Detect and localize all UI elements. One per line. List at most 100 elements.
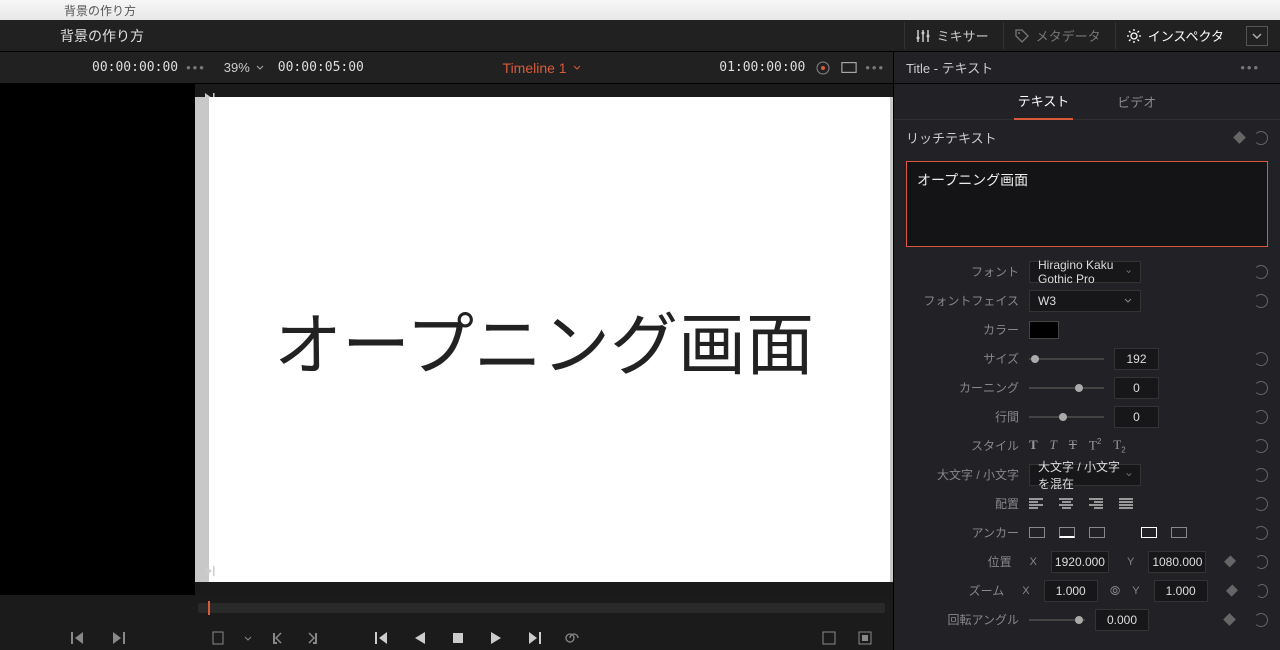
reset-icon[interactable] [1254, 526, 1268, 540]
scrub-bar[interactable] [198, 603, 885, 613]
align-justify-icon[interactable] [1119, 498, 1133, 509]
source-viewer [0, 84, 195, 650]
timecode-in[interactable]: 00:00:00:00 [92, 60, 178, 75]
strikethrough-icon[interactable]: T [1069, 437, 1077, 455]
inspector-icon [1126, 28, 1142, 44]
reset-icon[interactable] [1254, 294, 1268, 308]
mixer-button[interactable]: ミキサー [904, 22, 999, 49]
anchor-ml-icon[interactable] [1141, 527, 1157, 538]
bold-icon[interactable]: T [1029, 437, 1038, 455]
leading-slider[interactable] [1029, 416, 1104, 418]
inspector-title: Title - テキスト [906, 58, 993, 77]
anchor-tr-icon[interactable] [1089, 527, 1105, 538]
anchor-tc-icon[interactable] [1059, 527, 1075, 538]
zoom-control[interactable]: 39% [214, 60, 274, 75]
prev-clip-icon[interactable] [70, 630, 86, 646]
timeline-selector[interactable]: Timeline 1 [503, 60, 581, 76]
tab-video[interactable]: ビデオ [1113, 84, 1160, 119]
rotation-slider[interactable] [1029, 619, 1085, 621]
marker-icon[interactable] [210, 630, 226, 646]
step-forward-icon[interactable] [203, 565, 215, 577]
align-right-icon[interactable] [1089, 498, 1103, 509]
play-reverse-icon[interactable] [412, 630, 428, 646]
text-input[interactable] [906, 161, 1268, 247]
leading-value[interactable]: 0 [1114, 406, 1159, 428]
align-center-icon[interactable] [1059, 498, 1073, 509]
font-face-select[interactable]: W3 [1029, 290, 1141, 312]
zoom-y[interactable]: 1.000 [1154, 580, 1208, 602]
size-value[interactable]: 192 [1114, 348, 1159, 370]
subscript-icon[interactable]: T2 [1113, 437, 1125, 455]
bypass-color-icon[interactable] [815, 60, 831, 76]
last-frame-icon[interactable] [526, 630, 542, 646]
size-slider[interactable] [1029, 358, 1104, 360]
viewer-timeline-bar: 00:00:00:00 ••• 39% 00:00:05:00 Timeline… [0, 52, 893, 84]
match-frame-icon[interactable] [821, 630, 837, 646]
link-icon[interactable]: ⦾ [1110, 583, 1120, 599]
stop-icon[interactable] [450, 630, 466, 646]
timecode-position[interactable]: 01:00:00:00 [719, 60, 805, 75]
inspector-button[interactable]: インスペクタ [1115, 22, 1234, 49]
rotation-value[interactable]: 0.000 [1095, 609, 1149, 631]
inspector-options[interactable]: ••• [1232, 60, 1268, 75]
main-toolbar: 背景の作り方 ミキサー メタデータ インスペクタ [0, 20, 1280, 52]
section-label: リッチテキスト [906, 128, 997, 147]
inspector-panel: Title - テキスト ••• テキスト ビデオ リッチテキスト フォント H… [893, 52, 1280, 650]
position-y[interactable]: 1080.000 [1148, 551, 1206, 573]
mark-clip-icon[interactable] [857, 630, 873, 646]
next-clip-icon[interactable] [110, 630, 126, 646]
keyframe-icon[interactable] [1224, 555, 1236, 567]
reset-icon[interactable] [1254, 131, 1268, 145]
chevron-down-icon[interactable] [244, 636, 252, 641]
position-x[interactable]: 1920.000 [1051, 551, 1109, 573]
keyframe-icon[interactable] [1223, 613, 1236, 626]
zoom-x[interactable]: 1.000 [1044, 580, 1098, 602]
reset-icon[interactable] [1254, 352, 1268, 366]
mixer-icon [915, 28, 931, 44]
in-point-icon[interactable] [270, 630, 286, 646]
reset-icon[interactable] [1254, 381, 1268, 395]
reset-icon[interactable] [1254, 468, 1268, 482]
canvas-title-text: オープニング画面 [274, 290, 814, 389]
program-viewer[interactable]: オープニング画面 [195, 97, 893, 582]
out-point-icon[interactable] [304, 630, 320, 646]
play-icon[interactable] [488, 630, 504, 646]
transport-controls [0, 595, 893, 650]
reset-icon[interactable] [1256, 584, 1268, 598]
kerning-slider[interactable] [1029, 387, 1104, 389]
chevron-down-icon [573, 65, 581, 70]
reset-icon[interactable] [1254, 265, 1268, 279]
anchor-mr-icon[interactable] [1171, 527, 1187, 538]
anchor-tl-icon[interactable] [1029, 527, 1045, 538]
tag-icon [1014, 28, 1030, 44]
inspector-tabs: テキスト ビデオ [894, 84, 1280, 120]
reset-icon[interactable] [1254, 439, 1268, 453]
display-mode-icon[interactable] [841, 60, 857, 76]
kerning-value[interactable]: 0 [1114, 377, 1159, 399]
case-select[interactable]: 大文字 / 小文字を混在 [1029, 464, 1141, 486]
keyframe-icon[interactable] [1226, 585, 1238, 597]
font-select[interactable]: Hiragino Kaku Gothic Pro [1029, 261, 1141, 283]
expand-button[interactable] [1246, 26, 1268, 46]
italic-icon[interactable]: T [1050, 437, 1057, 455]
superscript-icon[interactable]: T2 [1089, 437, 1101, 455]
color-swatch[interactable] [1029, 321, 1059, 339]
playhead[interactable] [208, 601, 210, 615]
align-left-icon[interactable] [1029, 498, 1043, 509]
reset-icon[interactable] [1254, 410, 1268, 424]
viewer-area: オープニング画面 [0, 84, 893, 650]
viewer-options[interactable]: ••• [857, 60, 893, 75]
chevron-down-icon [1252, 33, 1262, 39]
metadata-button[interactable]: メタデータ [1003, 22, 1111, 49]
first-frame-icon[interactable] [374, 630, 390, 646]
keyframe-icon[interactable] [1233, 131, 1246, 144]
reset-icon[interactable] [1255, 555, 1268, 569]
tab-text[interactable]: テキスト [1014, 83, 1074, 120]
reset-icon[interactable] [1254, 613, 1268, 627]
timecode-duration[interactable]: 00:00:05:00 [278, 60, 364, 75]
window-titlebar: 背景の作り方 [0, 0, 1280, 20]
window-title: 背景の作り方 [64, 2, 136, 19]
reset-icon[interactable] [1254, 497, 1268, 511]
loop-icon[interactable] [564, 630, 580, 646]
source-options[interactable]: ••• [178, 60, 214, 75]
